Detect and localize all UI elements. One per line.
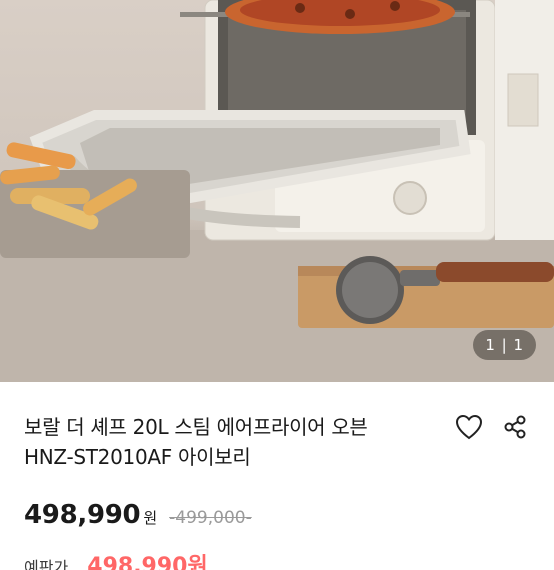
clipped-price-row: 예판가 498,990원 xyxy=(24,548,208,570)
image-counter: 1 | 1 xyxy=(473,330,536,360)
product-info: 보랄 더 셰프 20L 스팀 에어프라이어 오븐 HNZ-ST2010AF 아이… xyxy=(0,382,554,570)
heart-icon xyxy=(455,414,483,440)
original-price: -499,000- xyxy=(169,508,252,528)
product-photo-illustration: 00:00 xyxy=(0,0,554,382)
sale-price: 498,990 xyxy=(24,500,141,530)
product-title: 보랄 더 셰프 20L 스팀 에어프라이어 오븐 HNZ-ST2010AF 아이… xyxy=(24,412,444,472)
like-button[interactable] xyxy=(454,412,484,442)
clipped-price-label: 예판가 xyxy=(24,558,69,570)
share-button[interactable] xyxy=(500,412,530,442)
share-icon xyxy=(504,415,526,439)
product-title-line-2: HNZ-ST2010AF 아이보리 xyxy=(24,445,251,469)
price-row: 498,990 원 -499,000- xyxy=(24,500,252,536)
price-currency: 원 xyxy=(143,509,158,527)
product-title-line-1: 보랄 더 셰프 20L 스팀 에어프라이어 오븐 xyxy=(24,415,368,439)
product-image[interactable]: 00:00 1 | 1 xyxy=(0,0,554,382)
clipped-price-value: 498,990원 xyxy=(87,554,208,570)
